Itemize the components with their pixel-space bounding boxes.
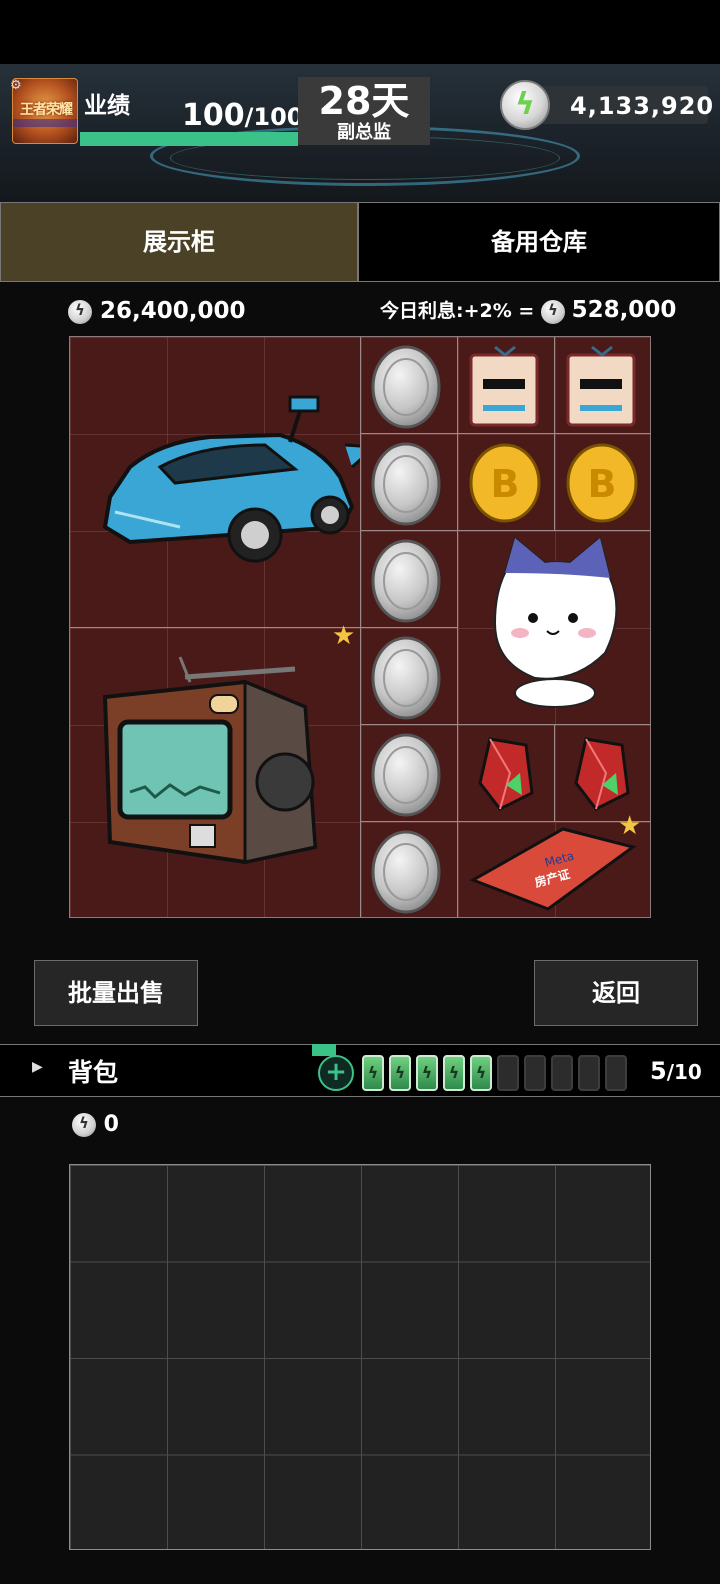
bitcoin-item[interactable]: B bbox=[465, 441, 545, 525]
battery-slot-icon bbox=[389, 1055, 411, 1091]
battery-slot-icon bbox=[497, 1055, 519, 1091]
display-cabinet-grid: ★ B B Meta 房产证 ★ bbox=[69, 336, 651, 918]
backpack-value-text: 0 bbox=[103, 1112, 119, 1137]
back-button[interactable]: 返回 bbox=[534, 960, 698, 1026]
performance-label: 业绩 bbox=[84, 93, 130, 119]
battery-slot-icon bbox=[524, 1055, 546, 1091]
backpack-capacity-used: 5 bbox=[650, 1057, 667, 1085]
silver-coin-column bbox=[371, 345, 441, 914]
day-counter: 28天 副总监 bbox=[298, 77, 430, 145]
coin-icon bbox=[68, 299, 92, 324]
star-icon: ★ bbox=[332, 621, 356, 651]
backpack-value: 0 bbox=[72, 1112, 119, 1137]
tab-spare-warehouse[interactable]: 备用仓库 bbox=[358, 202, 720, 282]
certificate-item[interactable] bbox=[465, 343, 545, 429]
gear-icon[interactable]: ⚙ bbox=[10, 78, 22, 93]
silver-coin-item[interactable] bbox=[371, 636, 441, 720]
battery-slot-icon bbox=[416, 1055, 438, 1091]
coin-icon bbox=[72, 1113, 96, 1137]
svg-text:B: B bbox=[588, 462, 617, 506]
expand-arrow-icon[interactable]: ▶ bbox=[32, 1059, 43, 1075]
silver-coin-item[interactable] bbox=[371, 442, 441, 526]
certificate-item[interactable] bbox=[562, 343, 642, 429]
display-total-value: 26,400,000 bbox=[68, 298, 246, 324]
red-crystal-item[interactable] bbox=[566, 733, 638, 815]
avatar-logo-band bbox=[13, 119, 77, 127]
silver-coin-item[interactable] bbox=[371, 733, 441, 817]
battery-slot-icon bbox=[551, 1055, 573, 1091]
performance-progress-bar bbox=[80, 132, 298, 146]
avatar[interactable]: 王者荣耀 bbox=[12, 78, 78, 144]
sports-car-item[interactable] bbox=[90, 387, 360, 577]
days-value: 28天 bbox=[318, 79, 410, 123]
silver-coin-item[interactable] bbox=[371, 345, 441, 429]
add-capacity-button[interactable]: + bbox=[318, 1055, 354, 1091]
status-bar-area bbox=[0, 0, 720, 64]
daily-interest: 今日利息:+2% = 528,000 bbox=[380, 296, 676, 324]
grid-divider bbox=[554, 337, 555, 531]
performance-max: /100 bbox=[244, 103, 304, 131]
tab-display-cabinet[interactable]: 展示柜 bbox=[0, 202, 358, 282]
interest-label: 今日利息:+2% = bbox=[380, 300, 535, 322]
coin-icon bbox=[540, 299, 565, 324]
performance-current: 100 bbox=[182, 98, 245, 133]
performance-value: 100/100 bbox=[182, 98, 304, 133]
video-ad-icon bbox=[312, 1044, 336, 1056]
cat-plush-item[interactable] bbox=[475, 533, 635, 713]
battery-slot-icon bbox=[605, 1055, 627, 1091]
performance-progress-fill bbox=[80, 132, 298, 146]
batch-sell-button[interactable]: 批量出售 bbox=[34, 960, 198, 1026]
battery-slot-icon bbox=[443, 1055, 465, 1091]
svg-text:B: B bbox=[491, 462, 520, 506]
backpack-capacity: 5/10 bbox=[650, 1057, 702, 1085]
star-icon: ★ bbox=[618, 811, 642, 841]
silver-coin-item[interactable] bbox=[371, 830, 441, 914]
silver-coin-item[interactable] bbox=[371, 539, 441, 623]
avatar-logo-text: 王者荣耀 bbox=[20, 102, 73, 118]
backpack-header[interactable]: ▶ 背包 + 5/10 bbox=[0, 1044, 720, 1097]
retro-tv-item[interactable] bbox=[95, 647, 345, 887]
property-deed-item[interactable]: Meta 房产证 bbox=[468, 825, 638, 913]
backpack-capacity-max: /10 bbox=[666, 1060, 702, 1084]
display-total-value-text: 26,400,000 bbox=[100, 298, 246, 324]
battery-slot-icon bbox=[470, 1055, 492, 1091]
grid-divider bbox=[70, 627, 360, 628]
battery-slot-icon bbox=[578, 1055, 600, 1091]
grid-divider bbox=[457, 337, 458, 917]
backpack-grid[interactable] bbox=[69, 1164, 651, 1550]
backpack-label: 背包 bbox=[68, 1058, 119, 1087]
red-crystal-item[interactable] bbox=[470, 733, 542, 815]
coin-balance: 4,133,920 bbox=[570, 92, 715, 120]
grid-divider bbox=[554, 725, 555, 822]
energy-coin-icon: ϟ bbox=[500, 80, 550, 130]
bitcoin-item[interactable]: B bbox=[562, 441, 642, 525]
rank-title: 副总监 bbox=[337, 122, 391, 143]
interest-value: 528,000 bbox=[571, 297, 677, 323]
battery-slot-icon bbox=[362, 1055, 384, 1091]
